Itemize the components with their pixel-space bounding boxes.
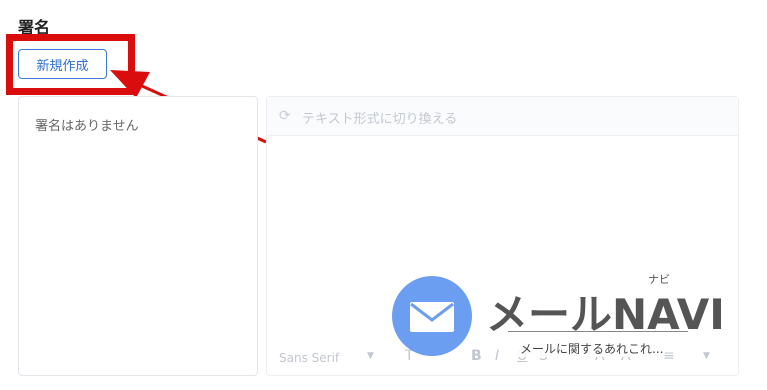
signature-list-panel: 署名はありません: [18, 96, 258, 376]
switch-to-text-format-button[interactable]: テキスト形式に切り換える: [302, 108, 457, 127]
chevron-down-icon: ▼: [367, 351, 374, 361]
logo-brand-text: メールNAVI: [486, 290, 725, 339]
mail-logo-circle: [392, 276, 472, 356]
logo-tagline: メールに関するあれこれ...: [518, 340, 666, 357]
editor-format-bar: Sans Serif ▼ T B I U S A A ≡ ▼: [267, 339, 738, 375]
highlight-frame: [6, 34, 135, 95]
chevron-down-icon: ▼: [703, 351, 710, 361]
italic-icon[interactable]: I: [495, 348, 499, 364]
logo-divider: [508, 331, 688, 332]
envelope-icon: [410, 302, 454, 332]
refresh-icon: ⟳: [279, 108, 291, 124]
empty-signature-message: 署名はありません: [35, 119, 139, 134]
editor-top-toolbar: ⟳ テキスト形式に切り換える: [267, 97, 738, 136]
bold-icon[interactable]: B: [471, 348, 482, 364]
font-family-select[interactable]: Sans Serif: [279, 351, 339, 365]
